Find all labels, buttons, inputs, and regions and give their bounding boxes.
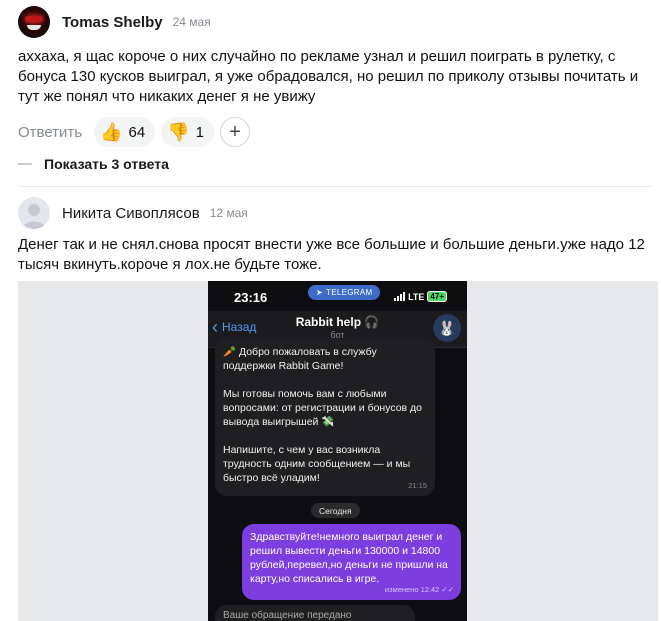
- thumbs-up-icon: 👍: [100, 122, 123, 142]
- comment-text: аххаха, я щас короче о них случайно по р…: [18, 48, 639, 105]
- comment: Никита Сивоплясов 12 мая Денег так и не …: [18, 197, 653, 275]
- avatar[interactable]: [18, 197, 50, 229]
- reaction-like-button[interactable]: 👍 64: [94, 117, 156, 147]
- status-time: 23:16: [234, 290, 268, 305]
- day-separator: Сегодня: [311, 503, 360, 518]
- user-placeholder-icon: [22, 204, 46, 229]
- telegram-label: TELEGRAM: [326, 288, 373, 297]
- dash-icon: [18, 163, 32, 165]
- signal-indicators: LTE 47+: [394, 291, 447, 302]
- comment-header: Никита Сивоплясов 12 мая: [18, 197, 653, 229]
- signal-icon: [394, 292, 406, 301]
- message-text: Здравствуйте!немного выиграл денег и реш…: [250, 531, 448, 585]
- message-paragraph: Мы готовы помочь вам с любыми вопросами:…: [223, 388, 423, 428]
- battery-icon: 47+: [427, 291, 447, 302]
- avatar[interactable]: [18, 6, 50, 38]
- author-name[interactable]: Tomas Shelby: [62, 14, 163, 31]
- comment-actions: Ответить 👍 64 👎 1 +: [18, 117, 653, 147]
- bot-message: 🥕 Добро пожаловать в службу поддержки Ra…: [215, 339, 435, 496]
- dislike-count: 1: [195, 123, 204, 141]
- comment: Tomas Shelby 24 мая аххаха, я щас короче…: [18, 6, 653, 147]
- comment-text: Денег так и не снял.снова просят внести …: [18, 236, 645, 273]
- comment-date: 24 мая: [172, 15, 211, 29]
- bot-avatar[interactable]: 🐰: [433, 314, 461, 342]
- bot-message-partial: Ваше обращение передано: [215, 605, 415, 621]
- thumbs-down-icon: 👎: [167, 122, 190, 142]
- message-paragraph: 🥕 Добро пожаловать в службу поддержки Ra…: [223, 346, 377, 372]
- author-name[interactable]: Никита Сивоплясов: [62, 205, 200, 222]
- like-count: 64: [128, 123, 146, 141]
- network-label: LTE: [408, 291, 425, 302]
- status-bar: 23:16 ➤ TELEGRAM LTE 47+: [208, 281, 467, 311]
- message-time: 21:15: [408, 481, 427, 490]
- telegram-pill: ➤ TELEGRAM: [308, 285, 381, 300]
- message-time: изменено 12:42 ✓✓: [384, 585, 454, 594]
- chat-title: Rabbit help 🎧: [295, 315, 380, 329]
- message-paragraph: Напишите, с чем у вас возникла трудность…: [223, 444, 411, 484]
- reaction-dislike-button[interactable]: 👎 1: [161, 117, 214, 147]
- show-replies-button[interactable]: Показать 3 ответа: [18, 156, 169, 172]
- add-reaction-button[interactable]: +: [220, 117, 250, 147]
- show-replies-label: Показать 3 ответа: [44, 156, 169, 172]
- comment-header: Tomas Shelby 24 мая: [18, 6, 653, 38]
- telegram-plane-icon: ➤: [316, 288, 324, 297]
- reply-button[interactable]: Ответить: [18, 124, 82, 141]
- plus-icon: +: [229, 120, 241, 143]
- comment-date: 12 мая: [209, 206, 248, 220]
- user-message: Здравствуйте!немного выиграл денег и реш…: [242, 524, 461, 600]
- telegram-screenshot[interactable]: 23:16 ➤ TELEGRAM LTE 47+ ‹ Назад Rabbit …: [208, 281, 467, 621]
- divider: [18, 186, 653, 187]
